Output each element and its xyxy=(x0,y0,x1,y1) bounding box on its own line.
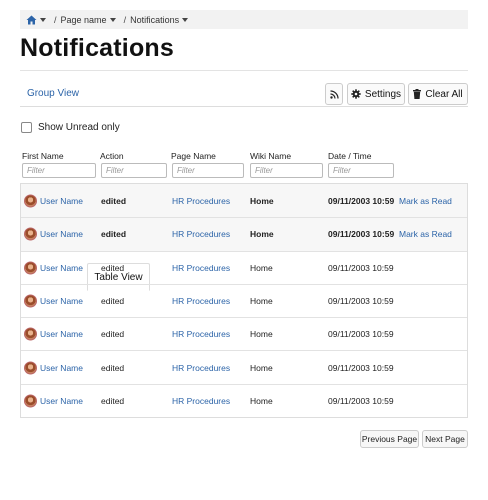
table-row: User Name edited HR Procedures Home 09/11/20… xyxy=(21,250,467,284)
breadcrumb-page-name[interactable]: Page name xyxy=(61,15,107,25)
date-time-cell: 09/11/2003 10:59 xyxy=(328,296,394,307)
action-cell: edited xyxy=(101,262,125,273)
column-header-first-name: First Name xyxy=(22,151,64,161)
action-cell: edited xyxy=(101,395,125,406)
wiki-name-cell: Home xyxy=(250,195,274,206)
show-unread-label: Show Unread only xyxy=(38,122,120,133)
avatar[interactable] xyxy=(24,361,37,375)
user-name-link[interactable]: User Name xyxy=(40,263,83,273)
avatar[interactable] xyxy=(24,227,37,241)
next-page-button[interactable]: Next Page xyxy=(422,430,468,448)
action-cell: edited xyxy=(101,195,127,206)
avatar[interactable] xyxy=(24,394,37,408)
page-name-link[interactable]: HR Procedures xyxy=(172,363,230,373)
column-header-date-time: Date / Time xyxy=(328,151,372,161)
page-title: Notifications xyxy=(20,34,174,62)
breadcrumb-separator: / xyxy=(123,14,127,25)
page-name-link[interactable]: HR Procedures xyxy=(172,396,230,406)
settings-label: Settings xyxy=(364,88,402,100)
user-name-link[interactable]: User Name xyxy=(40,329,83,339)
column-header-action: Action xyxy=(100,151,124,161)
page-name-link[interactable]: HR Procedures xyxy=(172,296,230,306)
mark-as-read-link[interactable]: Mark as Read xyxy=(399,196,452,206)
action-cell: edited xyxy=(101,362,125,373)
avatar[interactable] xyxy=(24,194,37,208)
table-row: User Name edited HR Procedures Home 09/11/20… xyxy=(21,383,467,417)
filter-first-name[interactable]: Filter xyxy=(22,163,96,178)
filter-date-time[interactable]: Filter xyxy=(328,163,394,178)
mark-as-read-link[interactable]: Mark as Read xyxy=(399,229,452,239)
rss-icon xyxy=(329,89,339,99)
date-time-cell: 09/11/2003 10:59 xyxy=(328,329,394,340)
settings-button[interactable]: Settings xyxy=(347,83,405,105)
page-name-link[interactable]: HR Procedures xyxy=(172,263,230,273)
page-name-dropdown-caret-icon[interactable] xyxy=(109,17,116,22)
current-dropdown-caret-icon[interactable] xyxy=(182,17,189,22)
date-time-cell: 09/11/2003 10:59 xyxy=(328,362,394,373)
table-row: User Name edited HR Procedures Home 09/11/20… xyxy=(21,350,467,383)
tab-group-view[interactable]: Group View xyxy=(20,80,86,107)
breadcrumb-current[interactable]: Notifications xyxy=(130,15,179,25)
title-divider xyxy=(20,70,468,71)
wiki-name-cell: Home xyxy=(250,229,274,240)
column-header-wiki-name: Wiki Name xyxy=(250,151,292,161)
date-time-cell: 09/11/2003 10:59 xyxy=(328,229,395,240)
wiki-name-cell: Home xyxy=(250,329,273,340)
trash-icon xyxy=(413,89,422,99)
action-cell: edited xyxy=(101,229,127,240)
table-row: User Name edited HR Procedures Home 09/11/20… xyxy=(21,184,467,218)
clear-all-label: Clear All xyxy=(425,88,463,100)
user-name-link[interactable]: User Name xyxy=(40,229,83,239)
previous-page-button[interactable]: Previous Page xyxy=(360,430,419,448)
filter-page-name[interactable]: Filter xyxy=(172,163,244,178)
clear-all-button[interactable]: Clear All xyxy=(408,83,468,105)
wiki-name-cell: Home xyxy=(250,395,273,406)
page-name-link[interactable]: HR Procedures xyxy=(172,329,230,339)
show-unread-checkbox[interactable] xyxy=(21,122,32,133)
user-name-link[interactable]: User Name xyxy=(40,196,83,206)
column-header-page-name: Page Name xyxy=(171,151,216,161)
page-name-link[interactable]: HR Procedures xyxy=(172,229,230,239)
user-name-link[interactable]: User Name xyxy=(40,296,83,306)
date-time-cell: 09/11/2003 10:59 xyxy=(328,195,395,206)
home-dropdown-caret-icon[interactable] xyxy=(40,17,46,22)
filter-wiki-name[interactable]: Filter xyxy=(250,163,323,178)
page-name-link[interactable]: HR Procedures xyxy=(172,196,230,206)
show-unread-toggle[interactable]: Show Unread only xyxy=(21,122,120,133)
table-row: User Name edited HR Procedures Home 09/11/20… xyxy=(21,317,467,350)
table-row: User Name edited HR Procedures Home 09/11/20… xyxy=(21,283,467,317)
wiki-name-cell: Home xyxy=(250,262,273,273)
date-time-cell: 09/11/2003 10:59 xyxy=(328,395,394,406)
avatar[interactable] xyxy=(24,261,37,275)
wiki-name-cell: Home xyxy=(250,296,273,307)
notifications-table: User Name edited HR Procedures Home 09/11/20… xyxy=(20,183,468,419)
action-cell: edited xyxy=(101,329,125,340)
wiki-name-cell: Home xyxy=(250,362,273,373)
avatar[interactable] xyxy=(24,294,37,308)
home-icon[interactable] xyxy=(26,15,37,25)
user-name-link[interactable]: User Name xyxy=(40,396,83,406)
filter-action[interactable]: Filter xyxy=(101,163,167,178)
action-cell: edited xyxy=(101,296,125,307)
date-time-cell: 09/11/2003 10:59 xyxy=(328,262,394,273)
avatar[interactable] xyxy=(24,327,37,341)
gear-icon xyxy=(351,89,361,99)
rss-button[interactable] xyxy=(325,83,343,105)
user-name-link[interactable]: User Name xyxy=(40,363,83,373)
table-row: User Name edited HR Procedures Home 09/11/20… xyxy=(21,217,467,251)
breadcrumb-separator: / xyxy=(54,14,57,25)
breadcrumb: / Page name / Notifications xyxy=(20,10,468,29)
